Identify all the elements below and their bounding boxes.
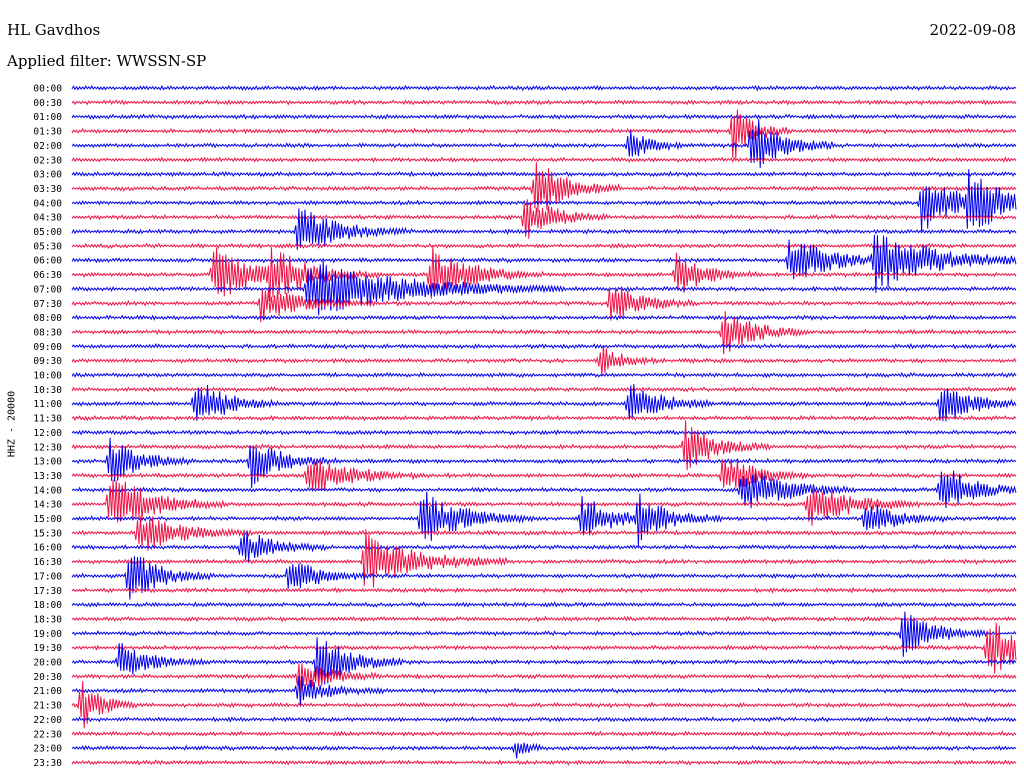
- row-label-2200: 22:00: [33, 715, 62, 726]
- row-label-0900: 09:00: [33, 342, 62, 353]
- row-label-0530: 05:30: [33, 241, 62, 252]
- row-label-0600: 06:00: [33, 256, 62, 267]
- row-label-0500: 05:00: [33, 227, 62, 238]
- row-label-1230: 12:30: [33, 442, 62, 453]
- row-label-1200: 12:00: [33, 428, 62, 439]
- row-label-1830: 18:30: [33, 614, 62, 625]
- row-label-1900: 19:00: [33, 629, 62, 640]
- trace-row-1130: [71, 414, 1017, 422]
- trace-row-1730: [71, 586, 1017, 594]
- trace-row-0600: [71, 234, 1017, 294]
- row-label-0230: 02:30: [33, 155, 62, 166]
- trace-row-2230: [71, 730, 1017, 738]
- row-label-1000: 10:00: [33, 371, 62, 382]
- trace-row-2100: [71, 675, 1017, 707]
- trace-row-1030: [71, 386, 1017, 393]
- row-label-0330: 03:30: [33, 184, 62, 195]
- trace-row-0300: [71, 170, 1017, 178]
- row-label-1930: 19:30: [33, 643, 62, 654]
- row-label-0930: 09:30: [33, 356, 62, 367]
- row-label-1500: 15:00: [33, 514, 62, 525]
- row-label-1700: 17:00: [33, 571, 62, 582]
- row-label-0030: 00:30: [33, 98, 62, 109]
- trace-row-0100: [71, 113, 1017, 121]
- row-time-labels: 00:00 00:30 01:00 01:30 02:00 02:30 03:00 03:30…: [33, 84, 62, 769]
- row-label-0100: 01:00: [33, 112, 62, 123]
- trace-row-0030: [71, 99, 1017, 106]
- trace-row-1200: [71, 429, 1017, 436]
- row-label-1330: 13:30: [33, 471, 62, 482]
- helicorder-plot: 00:00 00:30 01:00 01:30 02:00 02:30 03:00 03:30…: [33, 84, 1017, 769]
- row-label-0730: 07:30: [33, 299, 62, 310]
- row-label-0200: 02:00: [33, 141, 62, 152]
- trace-row-0700: [71, 260, 1017, 316]
- trace-row-1630: [71, 528, 1017, 588]
- row-label-2330: 23:30: [33, 758, 62, 769]
- row-label-1530: 15:30: [33, 528, 62, 539]
- trace-row-0430: [71, 199, 1017, 239]
- row-label-2100: 21:00: [33, 686, 62, 697]
- row-label-0300: 03:00: [33, 170, 62, 181]
- trace-row-2030: [71, 663, 1017, 693]
- row-label-2300: 23:00: [33, 744, 62, 755]
- row-label-1600: 16:00: [33, 543, 62, 554]
- trace-row-1000: [71, 371, 1017, 379]
- row-label-0700: 07:00: [33, 284, 62, 295]
- trace-row-0230: [71, 156, 1017, 163]
- row-label-1800: 18:00: [33, 600, 62, 611]
- row-label-0630: 06:30: [33, 270, 62, 281]
- trace-row-1830: [71, 615, 1017, 623]
- row-label-1100: 11:00: [33, 399, 62, 410]
- trace-row-0930: [71, 346, 1017, 376]
- trace-row-0330: [71, 162, 1017, 213]
- trace-row-2200: [71, 716, 1017, 723]
- row-label-0000: 00:00: [33, 84, 62, 95]
- row-label-1430: 14:30: [33, 500, 62, 511]
- trace-row-0900: [71, 342, 1017, 350]
- trace-row-1330: [71, 458, 1017, 492]
- row-label-1400: 14:00: [33, 485, 62, 496]
- trace-row-2300: [71, 742, 1017, 759]
- trace-row-1930: [71, 622, 1017, 674]
- trace-row-2130: [71, 680, 1017, 729]
- seismic-traces: [71, 84, 1017, 766]
- row-label-0130: 01:30: [33, 127, 62, 138]
- row-label-2000: 20:00: [33, 658, 62, 669]
- row-label-2030: 20:30: [33, 672, 62, 683]
- row-label-1030: 10:30: [33, 385, 62, 396]
- row-label-0800: 08:00: [33, 313, 62, 324]
- trace-row-0800: [71, 314, 1017, 321]
- trace-row-1800: [71, 601, 1017, 608]
- row-label-2130: 21:30: [33, 701, 62, 712]
- trace-row-0000: [71, 84, 1017, 92]
- row-label-2230: 22:30: [33, 729, 62, 740]
- row-label-0400: 04:00: [33, 198, 62, 209]
- row-label-1300: 13:00: [33, 457, 62, 468]
- row-label-1730: 17:30: [33, 586, 62, 597]
- trace-row-1500: [71, 491, 1017, 547]
- row-label-0830: 08:30: [33, 327, 62, 338]
- row-label-0430: 04:30: [33, 213, 62, 224]
- row-label-1630: 16:30: [33, 557, 62, 568]
- trace-row-2330: [71, 759, 1017, 766]
- row-label-1130: 11:30: [33, 414, 62, 425]
